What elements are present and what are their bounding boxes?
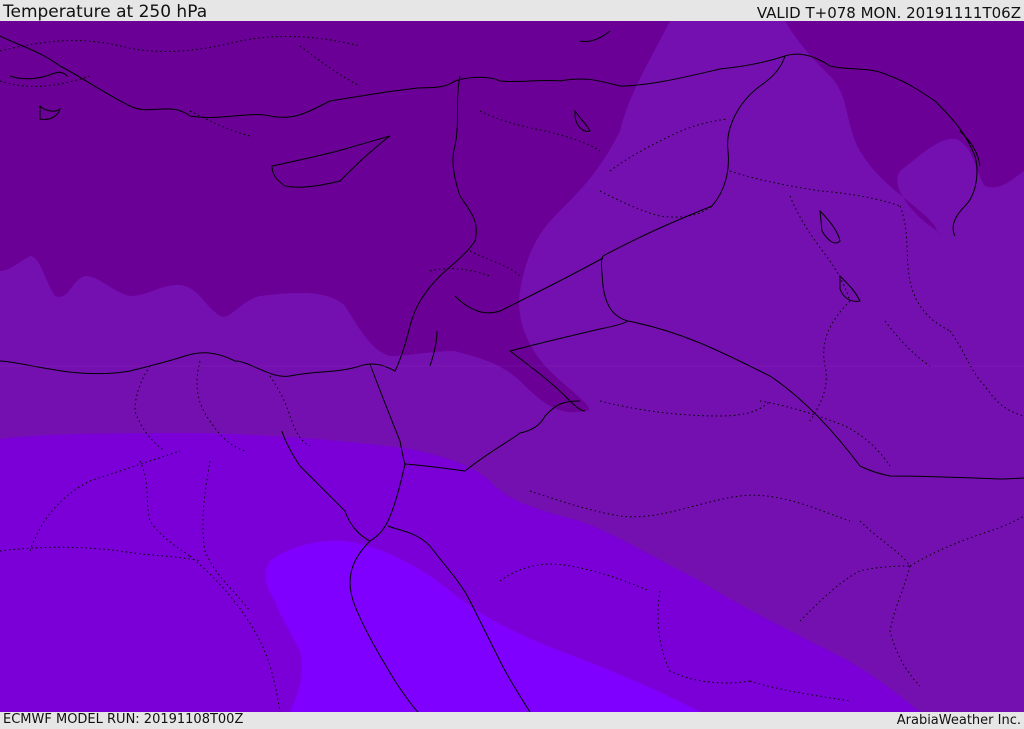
map-figure: Temperature at 250 hPa VALID T+078 MON. … [0,0,1024,729]
chart-title: Temperature at 250 hPa [3,2,208,22]
credit-label: ArabiaWeather Inc. [896,713,1021,728]
footer-bar: ECMWF MODEL RUN: 20191108T00Z ArabiaWeat… [0,712,1024,729]
temperature-map [0,21,1024,712]
header-bar: Temperature at 250 hPa VALID T+078 MON. … [0,0,1024,21]
model-run-label: ECMWF MODEL RUN: 20191108T00Z [3,712,244,727]
valid-time-label: VALID T+078 MON. 20191111T06Z [756,4,1021,22]
